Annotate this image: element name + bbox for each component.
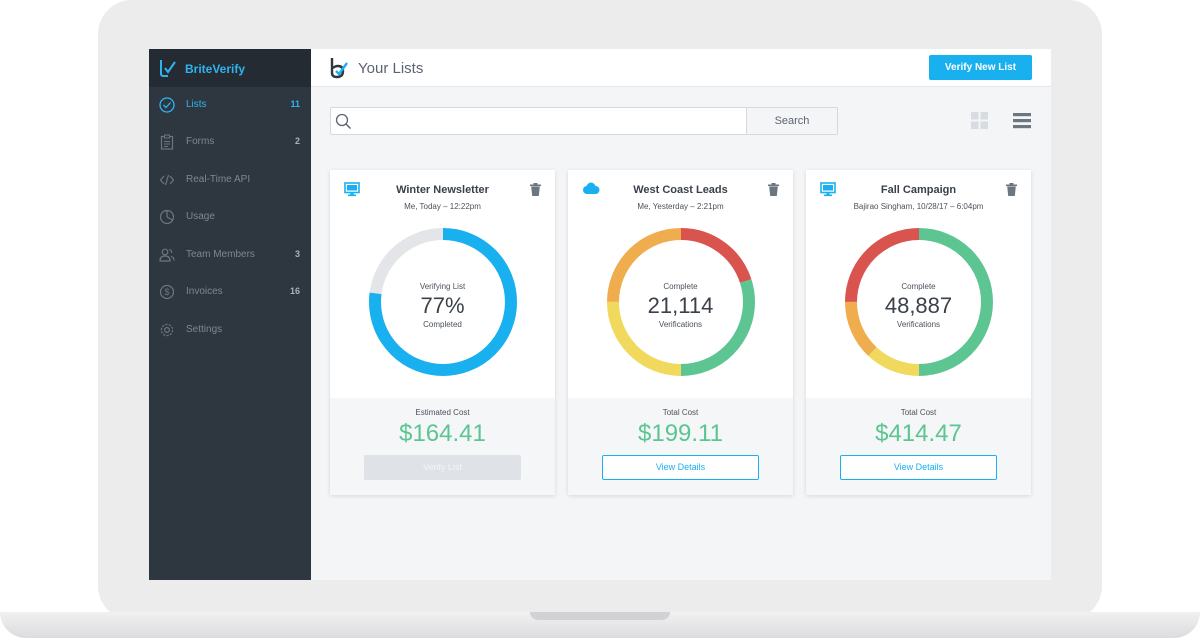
donut-status-label: Complete [901, 282, 936, 291]
donut-status-value: 77% [420, 293, 465, 318]
cost-label: Estimated Cost [415, 408, 470, 417]
sidebar-item-label: Lists [186, 99, 207, 110]
app-logo-icon [330, 58, 348, 79]
card-footer: Estimated Cost $164.41 Verify List [330, 398, 555, 495]
sidebar-item-settings[interactable]: Settings [149, 312, 311, 349]
search-input[interactable] [330, 107, 747, 135]
sidebar-item-usage[interactable]: Usage [149, 199, 311, 236]
donut-status-label: Verifying List [419, 282, 466, 291]
laptop-notch [530, 612, 670, 620]
app-screen: BriteVerify Lists 11 Forms 2 Real-Time A… [149, 49, 1051, 580]
trash-icon[interactable] [530, 183, 541, 196]
view-details-button[interactable]: View Details [840, 455, 997, 480]
page-title: Your Lists [358, 60, 424, 77]
donut-status-caption: Completed [423, 320, 462, 329]
search-icon [335, 113, 352, 130]
card-title: West Coast Leads [633, 184, 728, 196]
donut-status-caption: Verifications [658, 320, 703, 329]
cost-label: Total Cost [900, 408, 937, 417]
card-subtitle: Me, Yesterday – 2:21pm [637, 202, 724, 211]
sidebar-item-count: 3 [294, 249, 300, 259]
card-subtitle: Me, Today – 12:22pm [404, 202, 481, 211]
sidebar-item-count: 16 [289, 286, 300, 296]
trash-icon[interactable] [768, 183, 779, 196]
sidebar-item-team-members[interactable]: Team Members 3 [149, 237, 311, 274]
sidebar-item-label: Team Members [186, 249, 255, 260]
donut-status-label: Complete [663, 282, 698, 291]
search-button[interactable]: Search [746, 107, 838, 135]
list-view-icon[interactable] [1013, 112, 1031, 129]
users-icon [159, 248, 175, 262]
cost-value: $164.41 [399, 420, 486, 447]
sidebar-item-label: Invoices [186, 286, 223, 297]
sidebar-item-forms[interactable]: Forms 2 [149, 124, 311, 161]
top-bar: Your Lists Verify New List [311, 49, 1051, 87]
grid-view-icon[interactable] [971, 112, 988, 129]
view-details-button[interactable]: View Details [602, 455, 759, 480]
sidebar-item-invoices[interactable]: $ Invoices 16 [149, 274, 311, 311]
sidebar-item-label: Forms [186, 136, 215, 147]
card-title: Winter Newsletter [396, 184, 489, 196]
brand-header: BriteVerify [149, 49, 311, 87]
svg-text:$: $ [164, 287, 169, 297]
gear-icon [160, 323, 174, 337]
sidebar-item-lists[interactable]: Lists 11 [149, 87, 311, 124]
sidebar-item-label: Usage [186, 211, 215, 222]
sidebar-item-count: 11 [290, 99, 300, 109]
sidebar-item-real-time-api[interactable]: Real-Time API [149, 162, 311, 199]
card-title: Fall Campaign [880, 184, 957, 196]
list-card[interactable]: West Coast Leads Me, Yesterday – 2:21pm … [568, 170, 793, 495]
pie-chart-icon [159, 209, 175, 225]
cost-value: $199.11 [638, 420, 723, 447]
sidebar: BriteVerify Lists 11 Forms 2 Real-Time A… [149, 49, 311, 580]
sidebar-item-label: Real-Time API [186, 174, 251, 185]
check-circle-icon [159, 97, 175, 113]
card-footer: Total Cost $199.11 View Details [568, 398, 793, 495]
brand-name: BriteVerify [185, 62, 246, 76]
cost-value: $414.47 [875, 420, 962, 447]
sidebar-item-label: Settings [186, 324, 223, 335]
code-icon [159, 174, 175, 186]
dollar-circle-icon: $ [159, 284, 175, 300]
list-card[interactable]: Fall Campaign Bajirao Singham, 10/28/17 … [806, 170, 1031, 495]
verify-list-button[interactable]: Verify List [364, 455, 521, 480]
donut-status-value: 21,114 [647, 293, 714, 318]
sidebar-item-count: 2 [294, 136, 300, 146]
list-card[interactable]: Winter Newsletter Me, Today – 12:22pm Ve… [330, 170, 555, 495]
clipboard-icon [160, 134, 174, 150]
card-footer: Total Cost $414.47 View Details [806, 398, 1031, 495]
cost-label: Total Cost [662, 408, 699, 417]
donut-status-caption: Verifications [896, 320, 941, 329]
card-subtitle: Bajirao Singham, 10/28/17 – 6:04pm [853, 202, 984, 211]
donut-status-value: 48,887 [884, 293, 953, 318]
trash-icon[interactable] [1006, 183, 1017, 196]
verify-new-list-button[interactable]: Verify New List [929, 55, 1032, 80]
brand-logo-icon [160, 60, 176, 77]
